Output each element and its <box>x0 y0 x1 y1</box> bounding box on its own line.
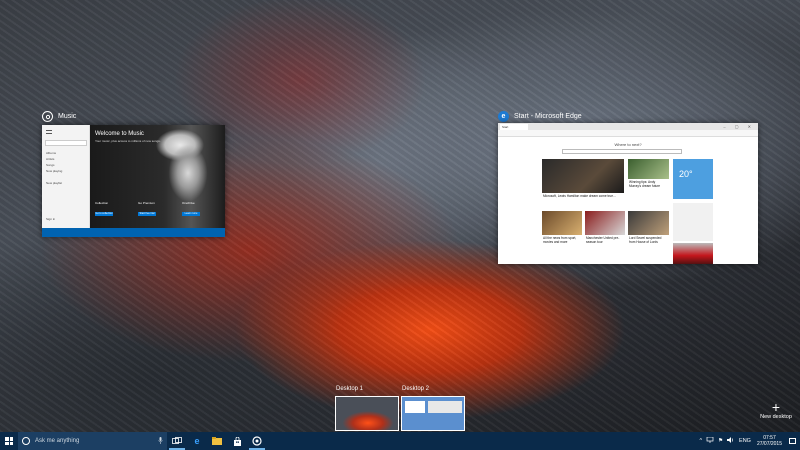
news-headline: All the news from sport, movies and more <box>543 236 577 244</box>
music-welcome-subtitle: Your music, plus access to millions of n… <box>95 139 161 143</box>
desktop-1-label: Desktop 1 <box>336 386 364 392</box>
plus-icon: + <box>771 399 781 415</box>
nav-item-now-playing: Now playing <box>46 169 63 173</box>
nav-item-artists: Artists <box>46 157 55 161</box>
nav-item-albums: Albums <box>46 151 57 155</box>
music-column-premium: Go Premium Start free trial <box>138 201 176 216</box>
news-headline: Winning tips: Andy Murray's dream future <box>629 180 661 188</box>
news-headline: Microsoft, Lewis Hamilton make dream com… <box>543 194 616 198</box>
new-desktop-button[interactable]: + New desktop <box>759 400 793 420</box>
news-image <box>628 211 669 235</box>
mini-window <box>428 401 462 413</box>
cortana-icon <box>22 437 30 445</box>
language-indicator[interactable]: ENG <box>739 438 751 444</box>
news-card: All the news from sport, movies and more <box>542 211 582 261</box>
edge-start-prompt: Where to next? <box>614 142 642 147</box>
groove-music-icon[interactable] <box>247 432 267 450</box>
edge-icon[interactable]: e <box>187 432 207 450</box>
hamburger-icon <box>46 130 52 134</box>
nav-item-songs: Songs <box>46 163 55 167</box>
news-image <box>542 159 624 193</box>
edge-search-box <box>562 149 682 154</box>
action-center-flag-icon[interactable]: ⚑ <box>718 438 723 444</box>
clock[interactable]: 07:57 27/07/2015 <box>757 435 782 447</box>
desktop-1-thumbnail[interactable] <box>335 396 399 431</box>
news-image <box>628 159 669 179</box>
weather-tile: 20° <box>673 159 713 199</box>
premium-button: Start free trial <box>138 212 156 216</box>
browser-tab-bar: Start – ▢ ✕ <box>498 123 758 130</box>
clock-date: 27/07/2015 <box>756 441 782 447</box>
news-image <box>542 211 582 235</box>
browser-address-bar <box>498 130 758 137</box>
top-sites-tiles <box>673 203 713 241</box>
file-explorer-icon[interactable] <box>207 432 227 450</box>
start-button[interactable] <box>0 432 18 450</box>
news-card: Lord Sewel suspended from House of Lords <box>628 211 669 261</box>
window-title-bar: Music <box>42 111 76 122</box>
volume-icon[interactable] <box>727 437 735 445</box>
show-hidden-icons-chevron-icon[interactable]: ^ <box>700 438 703 444</box>
music-column-collection: Collection Go to collection <box>95 201 133 216</box>
window-title: Music <box>58 113 77 120</box>
news-card: Manchester United pre-season tour <box>585 211 625 261</box>
music-welcome-heading: Welcome to Music <box>95 131 144 137</box>
column-title: OneDrive <box>182 201 195 205</box>
edge-window-preview[interactable]: Start – ▢ ✕ Where to next? Microsoft, Le… <box>498 123 758 264</box>
music-app-icon <box>42 111 53 122</box>
desktop-2-thumbnail[interactable] <box>401 396 465 431</box>
system-tray: ^ ⚑ ENG 07:57 27/07/2015 <box>700 435 800 447</box>
window-controls: – ▢ ✕ <box>723 124 755 129</box>
new-desktop-label: New desktop <box>760 414 792 420</box>
music-player-bar <box>42 228 225 237</box>
news-headline: Manchester United pre-season tour <box>586 236 620 244</box>
desktop-2-label: Desktop 2 <box>402 386 430 392</box>
music-column-onedrive: OneDrive Learn more <box>182 201 220 216</box>
sign-in-label: Sign in <box>46 217 56 221</box>
store-icon[interactable] <box>227 432 247 450</box>
cortana-search-box[interactable]: Ask me anything <box>18 432 167 450</box>
music-search-box <box>45 140 87 146</box>
network-icon[interactable] <box>706 436 714 445</box>
news-image <box>585 211 625 235</box>
column-title: Collection <box>95 201 109 205</box>
mini-window <box>405 401 425 413</box>
taskbar: Ask me anything e ^ ⚑ ENG 07:57 27/07/20… <box>0 432 800 450</box>
promo-image <box>673 243 713 264</box>
weather-temperature: 20° <box>679 169 693 179</box>
music-hero-banner: Welcome to Music Your music, plus access… <box>90 125 225 228</box>
column-title: Go Premium <box>138 201 155 205</box>
task-view-icon[interactable] <box>167 432 187 450</box>
window-title: Start - Microsoft Edge <box>514 113 582 120</box>
onedrive-button: Learn more <box>182 212 200 216</box>
notifications-icon[interactable] <box>789 438 796 444</box>
nav-item-new-playlist: New playlist <box>46 181 63 185</box>
news-card: Winning tips: Andy Murray's dream future <box>628 159 669 205</box>
news-card-main: Microsoft, Lewis Hamilton make dream com… <box>542 159 624 205</box>
microphone-icon[interactable] <box>158 436 163 446</box>
edge-app-icon: e <box>498 111 509 122</box>
search-placeholder: Ask me anything <box>35 438 80 444</box>
windows-logo-icon <box>5 437 13 445</box>
music-window-preview[interactable]: Albums Artists Songs Now playing New pla… <box>42 125 225 237</box>
collection-button: Go to collection <box>95 212 113 216</box>
window-title-bar: e Start - Microsoft Edge <box>498 111 582 122</box>
music-sidebar: Albums Artists Songs Now playing New pla… <box>42 125 90 228</box>
news-headline: Lord Sewel suspended from House of Lords <box>629 236 662 244</box>
